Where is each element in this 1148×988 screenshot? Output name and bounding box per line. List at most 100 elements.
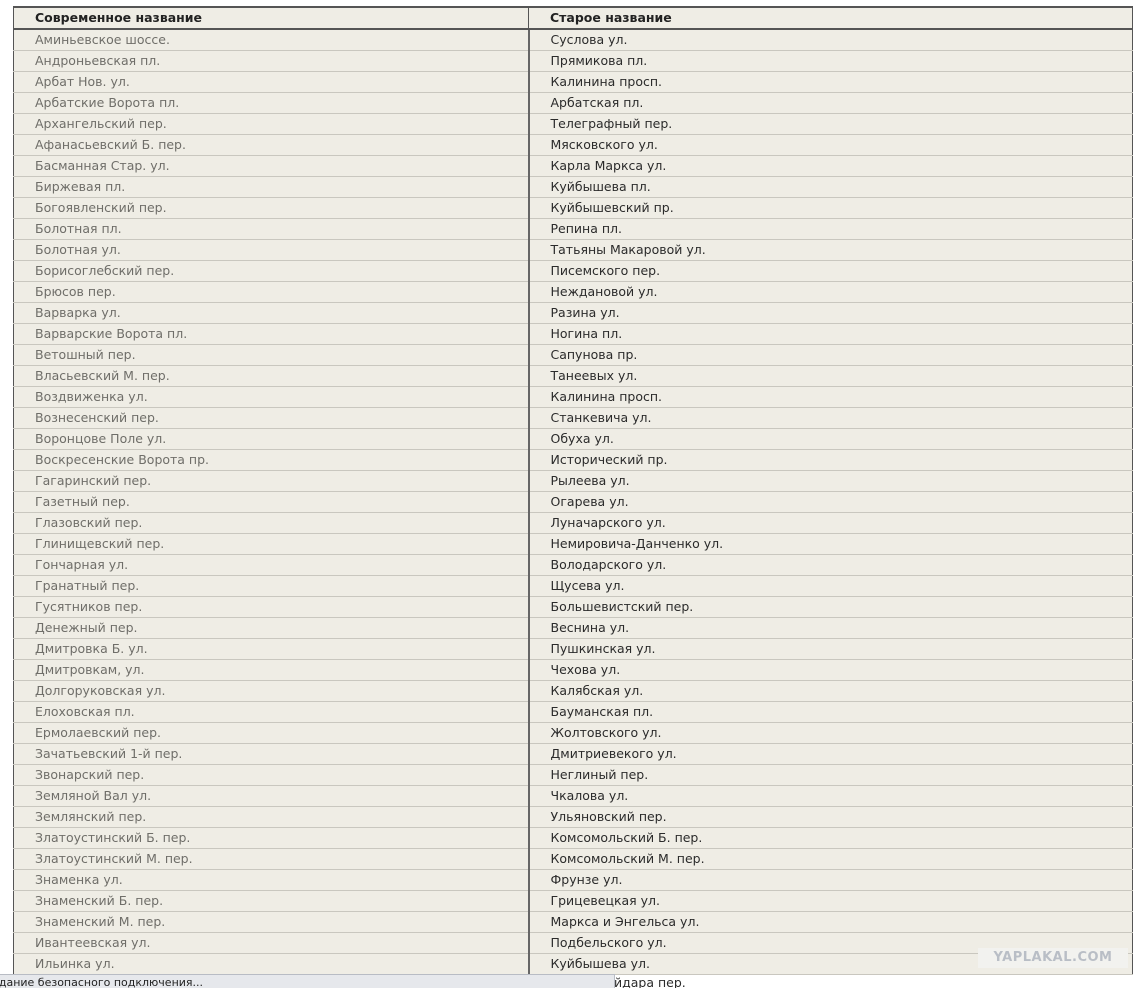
page: Современное название Старое название Ами… xyxy=(0,0,1148,988)
table-row: Гусятников пер. Большевистский пер. xyxy=(13,596,1133,618)
partial-table-cell: йдара пер. xyxy=(614,975,686,988)
modern-name-cell: Гагаринский пер. xyxy=(13,470,529,492)
table-row: Афанасьевский Б. пер. Мясковского ул. xyxy=(13,134,1133,156)
old-name-cell: Веснина ул. xyxy=(527,617,1133,639)
table-row: Андроньевская пл. Прямикова пл. xyxy=(13,50,1133,72)
modern-name-cell: Знаменский Б. пер. xyxy=(13,890,529,912)
table-row: Воскресенские Ворота пр. Исторический пр. xyxy=(13,449,1133,471)
modern-name-cell: Елоховская пл. xyxy=(13,701,529,723)
table-body: Аминьевское шоссе. Суслова ул. Андроньевск… xyxy=(13,29,1133,975)
table-row: Богоявленский пер. Куйбышевский пр. xyxy=(13,197,1133,219)
modern-name-cell: Долгоруковская ул. xyxy=(13,680,529,702)
modern-name-cell: Болотная ул. xyxy=(13,239,529,261)
table-row: Знаменский М. пер. Маркса и Энгельса ул. xyxy=(13,911,1133,933)
modern-name-cell: Воздвиженка ул. xyxy=(13,386,529,408)
table-row: Звонарский пер. Неглиный пер. xyxy=(13,764,1133,786)
table-row: Брюсов пер. Неждановой ул. xyxy=(13,281,1133,303)
old-name-cell: Дмитриевекого ул. xyxy=(527,743,1133,765)
modern-name-cell: Болотная пл. xyxy=(13,218,529,240)
table-row: Газетный пер. Огарева ул. xyxy=(13,491,1133,513)
table-row: Гагаринский пер. Рылеева ул. xyxy=(13,470,1133,492)
modern-name-cell: Арбат Нов. ул. xyxy=(13,71,529,93)
old-name-cell: Ульяновский пер. xyxy=(527,806,1133,828)
table-row: Гончарная ул. Володарского ул. xyxy=(13,554,1133,576)
modern-name-cell: Дмитровкам, ул. xyxy=(13,659,529,681)
table-row: Дмитровкам, ул. Чехова ул. xyxy=(13,659,1133,681)
table-row: Ильинка ул. Куйбышева ул. xyxy=(13,953,1133,975)
table-row: Варварка ул. Разина ул. xyxy=(13,302,1133,324)
table-row: Земляной Вал ул. Чкалова ул. xyxy=(13,785,1133,807)
street-names-table: Современное название Старое название Ами… xyxy=(13,6,1133,975)
old-name-cell: Прямикова пл. xyxy=(527,50,1133,72)
old-name-cell: Огарева ул. xyxy=(527,491,1133,513)
modern-name-cell: Архангельский пер. xyxy=(13,113,529,135)
modern-name-cell: Глинищевский пер. xyxy=(13,533,529,555)
old-name-cell: Станкевича ул. xyxy=(527,407,1133,429)
modern-name-cell: Ильинка ул. xyxy=(13,953,529,975)
site-watermark: YAPLAKAL.COM xyxy=(978,948,1128,968)
table-row: Варварские Ворота пл. Ногина пл. xyxy=(13,323,1133,345)
modern-name-cell: Варварские Ворота пл. xyxy=(13,323,529,345)
modern-name-cell: Ермолаевский пер. xyxy=(13,722,529,744)
old-name-cell: Калинина просп. xyxy=(527,71,1133,93)
modern-name-cell: Глазовский пер. xyxy=(13,512,529,534)
modern-name-cell: Биржевая пл. xyxy=(13,176,529,198)
table-row: Болотная пл. Репина пл. xyxy=(13,218,1133,240)
modern-name-cell: Знаменский М. пер. xyxy=(13,911,529,933)
table-row: Ермолаевский пер. Жолтовского ул. xyxy=(13,722,1133,744)
table-row: Дмитровка Б. ул. Пушкинская ул. xyxy=(13,638,1133,660)
status-text: здание безопасного подключения... xyxy=(0,976,204,988)
table-row: Арбатские Ворота пл. Арбатская пл. xyxy=(13,92,1133,114)
table-row: Басманная Стар. ул. Карла Маркса ул. xyxy=(13,155,1133,177)
modern-name-cell: Денежный пер. xyxy=(13,617,529,639)
table-row: Гранатный пер. Щусева ул. xyxy=(13,575,1133,597)
old-name-cell: Карла Маркса ул. xyxy=(527,155,1133,177)
old-name-cell: Куйбышевский пр. xyxy=(527,197,1133,219)
table-row: Биржевая пл. Куйбышева пл. xyxy=(13,176,1133,198)
table-row: Власьевский М. пер. Танеевых ул. xyxy=(13,365,1133,387)
old-name-cell: Комсомольский Б. пер. xyxy=(527,827,1133,849)
modern-name-cell: Афанасьевский Б. пер. xyxy=(13,134,529,156)
old-name-cell: Володарского ул. xyxy=(527,554,1133,576)
old-name-cell: Обуха ул. xyxy=(527,428,1133,450)
modern-name-cell: Брюсов пер. xyxy=(13,281,529,303)
table-row: Глинищевский пер. Немировича-Данченко ул. xyxy=(13,533,1133,555)
modern-name-cell: Дмитровка Б. ул. xyxy=(13,638,529,660)
old-name-cell: Фрунзе ул. xyxy=(527,869,1133,891)
old-name-cell: Телеграфный пер. xyxy=(527,113,1133,135)
old-name-cell: Репина пл. xyxy=(527,218,1133,240)
old-name-cell: Татьяны Макаровой ул. xyxy=(527,239,1133,261)
table-row: Ивантеевская ул. Подбельского ул. xyxy=(13,932,1133,954)
table-row: Землянский пер. Ульяновский пер. xyxy=(13,806,1133,828)
old-name-cell: Грицевецкая ул. xyxy=(527,890,1133,912)
modern-name-cell: Знаменка ул. xyxy=(13,869,529,891)
table-row: Болотная ул. Татьяны Макаровой ул. xyxy=(13,239,1133,261)
old-name-cell: Писемского пер. xyxy=(527,260,1133,282)
old-name-cell: Большевистский пер. xyxy=(527,596,1133,618)
table-row: Денежный пер. Веснина ул. xyxy=(13,617,1133,639)
modern-name-cell: Гончарная ул. xyxy=(13,554,529,576)
old-name-cell: Луначарского ул. xyxy=(527,512,1133,534)
modern-name-cell: Земляной Вал ул. xyxy=(13,785,529,807)
modern-name-cell: Власьевский М. пер. xyxy=(13,365,529,387)
table-row: Архангельский пер. Телеграфный пер. xyxy=(13,113,1133,135)
modern-name-cell: Варварка ул. xyxy=(13,302,529,324)
table-row: Елоховская пл. Бауманская пл. xyxy=(13,701,1133,723)
old-name-cell: Танеевых ул. xyxy=(527,365,1133,387)
modern-name-cell: Воскресенские Ворота пр. xyxy=(13,449,529,471)
old-name-cell: Калябская ул. xyxy=(527,680,1133,702)
old-name-cell: Разина ул. xyxy=(527,302,1133,324)
modern-name-cell: Златоустинский М. пер. xyxy=(13,848,529,870)
table-row: Аминьевское шоссе. Суслова ул. xyxy=(13,29,1133,51)
old-name-cell: Неждановой ул. xyxy=(527,281,1133,303)
modern-name-cell: Ветошный пер. xyxy=(13,344,529,366)
old-name-cell: Немировича-Данченко ул. xyxy=(527,533,1133,555)
modern-name-cell: Газетный пер. xyxy=(13,491,529,513)
old-name-cell: Ногина пл. xyxy=(527,323,1133,345)
modern-name-cell: Вознесенский пер. xyxy=(13,407,529,429)
old-name-cell: Комсомольский М. пер. xyxy=(527,848,1133,870)
old-name-cell: Чкалова ул. xyxy=(527,785,1133,807)
table-row: Борисоглебский пер. Писемского пер. xyxy=(13,260,1133,282)
modern-name-cell: Зачатьевский 1-й пер. xyxy=(13,743,529,765)
column-header-modern-name: Современное название xyxy=(13,6,529,30)
